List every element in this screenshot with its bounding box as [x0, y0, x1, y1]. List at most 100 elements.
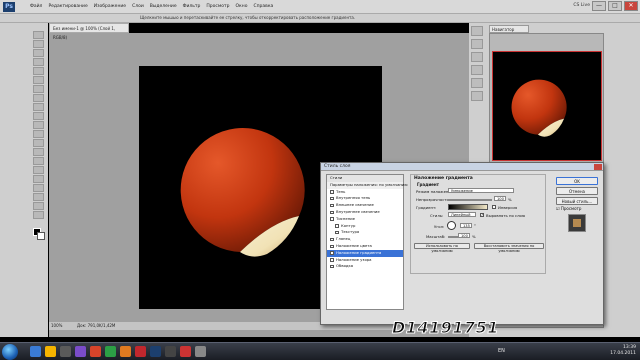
- 3d-rotate-tool-icon[interactable]: [33, 193, 44, 201]
- move-tool-icon[interactable]: [33, 31, 44, 39]
- firefox-icon[interactable]: [120, 346, 131, 357]
- blending-options-item[interactable]: Параметры наложения: по умолчанию: [327, 181, 408, 189]
- menu-select[interactable]: Выделение: [150, 0, 177, 14]
- dialog-close-icon[interactable]: [594, 164, 602, 170]
- preview-checkbox-label[interactable]: ☑ Просмотр: [556, 206, 581, 211]
- minimize-button[interactable]: —: [592, 1, 606, 11]
- menu-edit[interactable]: Редактирование: [48, 0, 87, 14]
- style-satin[interactable]: Глянец: [327, 236, 403, 243]
- style-inner-glow[interactable]: Внутреннее свечение: [327, 209, 403, 216]
- start-button-icon[interactable]: [2, 344, 18, 360]
- checkbox[interactable]: [330, 244, 334, 249]
- style-outer-glow[interactable]: Внешнее свечение: [327, 202, 403, 209]
- checkbox[interactable]: [335, 224, 339, 228]
- menu-view[interactable]: Просмотр: [206, 0, 229, 14]
- tab-navigator[interactable]: Навигатор: [489, 25, 529, 33]
- ok-button[interactable]: OK: [556, 177, 598, 185]
- shape-tool-icon[interactable]: [33, 184, 44, 192]
- hand-tool-icon[interactable]: [33, 202, 44, 210]
- angle-dial-icon[interactable]: [447, 221, 456, 230]
- menu-image[interactable]: Изображение: [94, 0, 126, 14]
- history-brush-tool-icon[interactable]: [33, 112, 44, 120]
- angle-input[interactable]: 135: [460, 223, 472, 228]
- checkbox[interactable]: [330, 210, 334, 215]
- align-with-layer-checkbox[interactable]: ✓: [480, 213, 484, 217]
- checkbox[interactable]: [330, 258, 334, 262]
- reset-default-button[interactable]: Восстановить значения по умолчанию: [474, 243, 544, 253]
- styles-panel-icon[interactable]: [471, 65, 483, 75]
- folder-icon[interactable]: [45, 346, 56, 357]
- checkbox[interactable]: [330, 190, 334, 194]
- type-tool-icon[interactable]: [33, 166, 44, 174]
- photoshop-taskbar-icon[interactable]: [150, 346, 161, 357]
- background-color-swatch[interactable]: [37, 232, 45, 240]
- checkbox[interactable]: [330, 203, 334, 208]
- reverse-checkbox[interactable]: [492, 205, 496, 209]
- opacity-slider[interactable]: [448, 199, 492, 201]
- new-style-button[interactable]: Новый стиль...: [556, 197, 598, 205]
- app-icon[interactable]: [75, 346, 86, 357]
- style-bevel-emboss[interactable]: Тиснение: [327, 216, 403, 223]
- style-stroke[interactable]: Обводка: [327, 263, 403, 270]
- crop-tool-icon[interactable]: [33, 67, 44, 75]
- gradient-tool-icon[interactable]: [33, 130, 44, 138]
- blend-mode-select[interactable]: Умножение: [448, 188, 514, 193]
- marquee-tool-icon[interactable]: [33, 40, 44, 48]
- checkbox[interactable]: [335, 230, 339, 235]
- swatches-panel-icon[interactable]: [471, 52, 483, 62]
- style-contour[interactable]: Контур: [327, 223, 403, 230]
- checkbox[interactable]: [330, 264, 334, 269]
- menu-file[interactable]: Файл: [30, 0, 42, 14]
- navigator-thumbnail[interactable]: [492, 51, 602, 161]
- path-select-tool-icon[interactable]: [33, 175, 44, 183]
- app4-icon[interactable]: [195, 346, 206, 357]
- pen-tool-icon[interactable]: [33, 157, 44, 165]
- browser-icon[interactable]: [90, 346, 101, 357]
- dodge-tool-icon[interactable]: [33, 148, 44, 156]
- scale-input[interactable]: 100: [458, 233, 470, 238]
- eyedropper-tool-icon[interactable]: [33, 76, 44, 84]
- style-inner-shadow[interactable]: Внутренняя тень: [327, 195, 403, 202]
- style-select[interactable]: Линейный: [448, 212, 476, 217]
- document-tab[interactable]: Без имени-1 @ 100% (Слой 1, RGB/8): [49, 23, 129, 40]
- style-drop-shadow[interactable]: Тень: [327, 189, 403, 196]
- brush-tool-icon[interactable]: [33, 94, 44, 102]
- menu-help[interactable]: Справка: [253, 0, 273, 14]
- language-indicator[interactable]: EN: [498, 348, 505, 354]
- actions-panel-icon[interactable]: [471, 39, 483, 49]
- checkbox[interactable]: [330, 196, 334, 201]
- checkbox[interactable]: [330, 237, 334, 242]
- app3-icon[interactable]: [165, 346, 176, 357]
- healing-tool-icon[interactable]: [33, 85, 44, 93]
- menu-layers[interactable]: Слои: [132, 0, 144, 14]
- app2-icon[interactable]: [105, 346, 116, 357]
- checkbox[interactable]: [330, 217, 334, 221]
- eraser-tool-icon[interactable]: [33, 121, 44, 129]
- style-gradient-overlay[interactable]: Наложение градиента: [327, 249, 403, 257]
- style-texture[interactable]: Текстура: [327, 229, 403, 236]
- menu-window[interactable]: Окно: [236, 0, 248, 14]
- menu-filter[interactable]: Фильтр: [183, 0, 201, 14]
- opera-icon[interactable]: [135, 346, 146, 357]
- opacity-input[interactable]: 100: [494, 196, 506, 201]
- lasso-tool-icon[interactable]: [33, 49, 44, 57]
- scale-slider[interactable]: [448, 236, 458, 238]
- media-player-icon[interactable]: [60, 346, 71, 357]
- adjustments-panel-icon[interactable]: [471, 78, 483, 88]
- system-clock[interactable]: 13:39 17.04.2011: [610, 345, 636, 357]
- zoom-tool-icon[interactable]: [33, 211, 44, 219]
- style-color-overlay[interactable]: Наложение цвета: [327, 243, 403, 250]
- blur-tool-icon[interactable]: [33, 139, 44, 147]
- history-panel-icon[interactable]: [471, 26, 483, 36]
- style-pattern-overlay[interactable]: Наложение узора: [327, 257, 403, 264]
- explorer-icon[interactable]: [30, 346, 41, 357]
- layers-panel-icon[interactable]: [471, 91, 483, 101]
- gradient-picker[interactable]: [448, 204, 488, 210]
- checkbox-checked[interactable]: [330, 251, 334, 255]
- recorder-icon[interactable]: [180, 346, 191, 357]
- cancel-button[interactable]: Отмена: [556, 187, 598, 195]
- close-button[interactable]: ✕: [624, 1, 638, 11]
- make-default-button[interactable]: Использовать по умолчанию: [414, 243, 470, 253]
- quick-select-tool-icon[interactable]: [33, 58, 44, 66]
- zoom-level[interactable]: 100%: [51, 322, 62, 330]
